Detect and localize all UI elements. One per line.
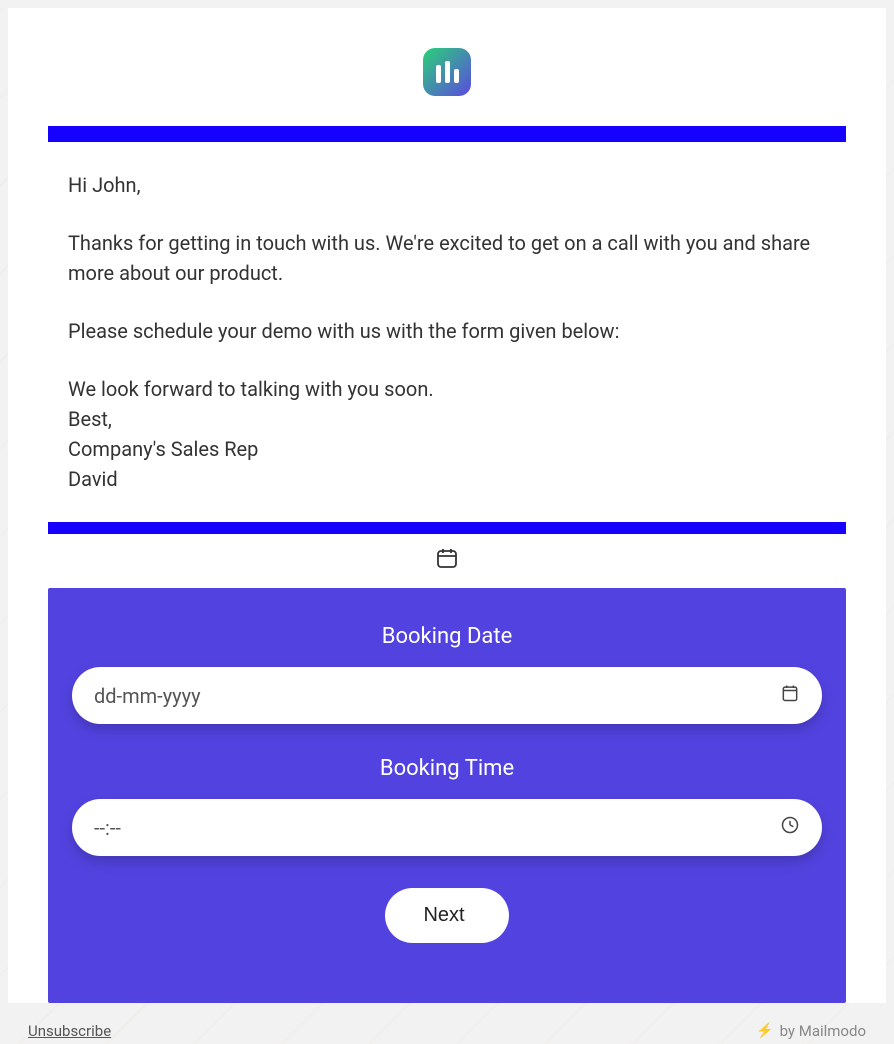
next-button[interactable]: Next bbox=[385, 888, 508, 943]
time-picker-icon[interactable] bbox=[780, 815, 800, 840]
brand-logo bbox=[423, 48, 471, 96]
calendar-icon-section bbox=[8, 534, 886, 588]
message-paragraph-3: We look forward to talking with you soon… bbox=[68, 374, 826, 404]
booking-time-input[interactable]: --:-- bbox=[72, 799, 822, 856]
booking-form-panel: Booking Date dd-mm-yyyy Booking Time --:… bbox=[48, 588, 846, 1003]
logo-section bbox=[8, 8, 886, 126]
email-footer: Unsubscribe ⚡ by Mailmodo bbox=[28, 1022, 866, 1040]
booking-date-input[interactable]: dd-mm-yyyy bbox=[72, 667, 822, 724]
greeting-text: Hi John, bbox=[68, 170, 826, 200]
booking-time-label: Booking Time bbox=[72, 756, 822, 781]
message-paragraph-1: Thanks for getting in touch with us. We'… bbox=[68, 228, 826, 288]
divider-bar-top bbox=[48, 126, 846, 142]
bolt-icon: ⚡ bbox=[756, 1023, 773, 1039]
closing-text: Best, bbox=[68, 404, 826, 434]
divider-bar-bottom bbox=[48, 522, 846, 534]
date-picker-icon[interactable] bbox=[780, 683, 800, 708]
signature-role: Company's Sales Rep bbox=[68, 434, 826, 464]
message-body: Hi John, Thanks for getting in touch wit… bbox=[8, 142, 886, 522]
message-paragraph-2: Please schedule your demo with us with t… bbox=[68, 316, 826, 346]
signature-name: David bbox=[68, 464, 826, 494]
calendar-icon bbox=[435, 546, 459, 574]
branding-label: by Mailmodo bbox=[780, 1022, 866, 1040]
branding-text: ⚡ by Mailmodo bbox=[756, 1022, 866, 1040]
booking-date-label: Booking Date bbox=[72, 624, 822, 649]
unsubscribe-link[interactable]: Unsubscribe bbox=[28, 1022, 111, 1040]
email-container: Hi John, Thanks for getting in touch wit… bbox=[8, 8, 886, 1003]
time-placeholder: --:-- bbox=[94, 816, 121, 840]
date-placeholder: dd-mm-yyyy bbox=[94, 684, 201, 708]
